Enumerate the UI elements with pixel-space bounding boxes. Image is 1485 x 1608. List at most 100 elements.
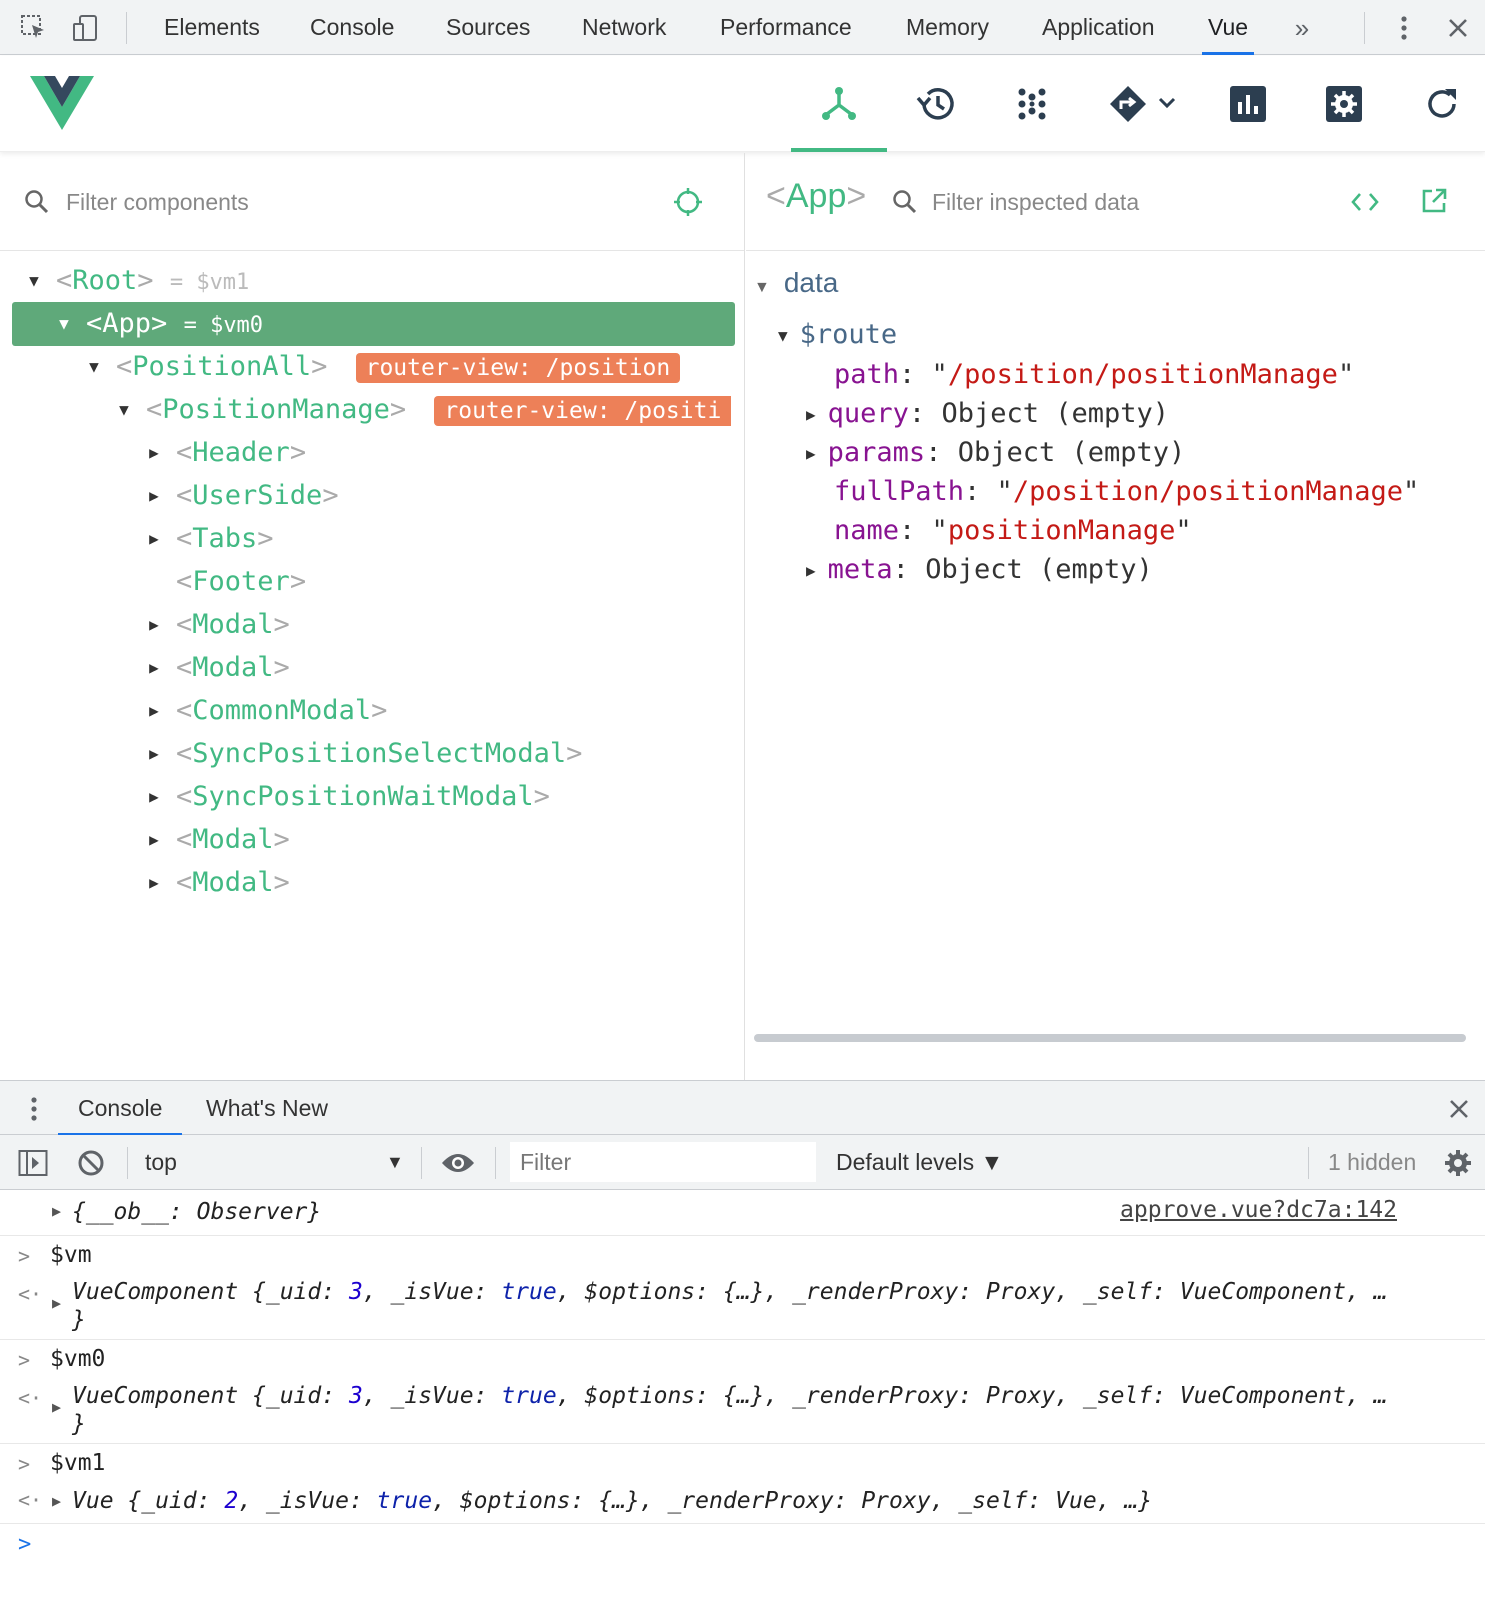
collapse-arrow-icon[interactable]: ▶: [144, 818, 164, 862]
collapse-arrow-icon[interactable]: ▶: [144, 646, 164, 690]
console-prompt-icon[interactable]: >: [18, 1532, 31, 1557]
collapse-arrow-icon[interactable]: ▶: [144, 474, 164, 518]
show-sidebar-icon[interactable]: [18, 1149, 48, 1177]
tree-node-modal[interactable]: ▶ <Modal>: [144, 646, 290, 690]
tree-node-footer[interactable]: <Footer>: [144, 560, 306, 604]
console-toolbar: top ▼ Default levels ▼ 1 hidden: [0, 1135, 1485, 1190]
command-text: $vm: [50, 1242, 92, 1268]
input-prompt-icon: >: [18, 1244, 31, 1268]
drawer-tab-whats-new[interactable]: What's New: [206, 1081, 328, 1136]
command-text: $vm1: [50, 1450, 106, 1476]
expand-object-icon[interactable]: ▶: [52, 1294, 61, 1312]
inspect-element-icon[interactable]: [16, 10, 52, 46]
prop-query[interactable]: ▶ query: Object (empty): [806, 394, 1169, 434]
tree-node-header[interactable]: ▶ <Header>: [144, 431, 306, 475]
result-object-close: }: [72, 1307, 86, 1333]
tab-performance[interactable]: Performance: [718, 0, 854, 55]
close-drawer-icon[interactable]: [1448, 1098, 1470, 1120]
tree-node-modal[interactable]: ▶ <Modal>: [144, 603, 290, 647]
log-source-link[interactable]: approve.vue?dc7a:142: [1120, 1197, 1397, 1223]
collapse-arrow-icon[interactable]: ▶: [144, 431, 164, 475]
history-icon[interactable]: [888, 56, 984, 152]
expand-arrow-icon[interactable]: ▼: [754, 279, 770, 296]
tab-console[interactable]: Console: [308, 0, 396, 55]
data-section-header[interactable]: ▼ data: [754, 263, 838, 303]
collapse-arrow-icon[interactable]: ▶: [144, 689, 164, 733]
prop-params[interactable]: ▶ params: Object (empty): [806, 433, 1185, 473]
collapse-arrow-icon[interactable]: ▶: [144, 732, 164, 776]
context-dropdown-icon[interactable]: ▼: [386, 1135, 404, 1190]
expand-object-icon[interactable]: ▶: [52, 1492, 61, 1510]
tab-application[interactable]: Application: [1040, 0, 1157, 55]
tab-sources[interactable]: Sources: [444, 0, 532, 55]
tab-elements[interactable]: Elements: [162, 0, 262, 55]
open-in-editor-icon[interactable]: [1420, 187, 1448, 215]
tree-node-modal[interactable]: ▶ <Modal>: [144, 818, 290, 862]
tab-vue[interactable]: Vue: [1201, 0, 1255, 55]
context-selector[interactable]: top: [145, 1135, 177, 1190]
route-key[interactable]: ▼ $route: [778, 315, 897, 355]
log-levels-dropdown[interactable]: Default levels ▼: [836, 1135, 1003, 1190]
expand-arrow-icon[interactable]: ▼: [778, 326, 788, 345]
kebab-menu-icon[interactable]: [1386, 10, 1422, 46]
filter-inspected-data-input[interactable]: [932, 183, 1352, 221]
prop-meta[interactable]: ▶ meta: Object (empty): [806, 550, 1153, 590]
collapse-arrow-icon[interactable]: ▶: [806, 444, 816, 463]
vue-logo-icon: [30, 76, 94, 135]
expand-object-icon[interactable]: ▶: [52, 1202, 61, 1220]
router-icon[interactable]: [1088, 56, 1198, 152]
result-arrow-icon: <·: [18, 1282, 43, 1306]
tree-node-positionmanage[interactable]: ▼ <PositionManage> router-view: /positi: [114, 388, 735, 432]
drawer-tab-console[interactable]: Console: [57, 1081, 183, 1136]
collapse-arrow-icon[interactable]: ▶: [144, 517, 164, 561]
tree-node-syncpositionwaitmodal[interactable]: ▶ <SyncPositionWaitModal>: [144, 775, 550, 819]
tab-memory[interactable]: Memory: [904, 0, 991, 55]
result-object[interactable]: VueComponent {_uid: 3, _isVue: true, $op…: [72, 1279, 1388, 1305]
refresh-icon[interactable]: [1394, 56, 1485, 152]
components-icon[interactable]: [791, 56, 887, 152]
log-object[interactable]: {__ob__: Observer}: [72, 1199, 321, 1225]
collapse-arrow-icon[interactable]: ▶: [806, 561, 816, 580]
tree-node-tabs[interactable]: ▶ <Tabs>: [144, 517, 273, 561]
filter-components-input[interactable]: [66, 183, 626, 221]
horizontal-scrollbar[interactable]: [754, 1034, 1466, 1042]
select-component-target-icon[interactable]: [672, 186, 704, 218]
result-object[interactable]: VueComponent {_uid: 3, _isVue: true, $op…: [72, 1383, 1388, 1409]
expand-arrow-icon[interactable]: ▼: [54, 302, 74, 346]
code-icon[interactable]: [1350, 189, 1380, 215]
collapse-arrow-icon[interactable]: ▶: [144, 603, 164, 647]
close-devtools-icon[interactable]: [1440, 10, 1476, 46]
collapse-arrow-icon[interactable]: ▶: [144, 861, 164, 905]
expand-arrow-icon[interactable]: ▼: [24, 259, 44, 303]
device-toolbar-icon[interactable]: [68, 10, 104, 46]
expand-object-icon[interactable]: ▶: [52, 1398, 61, 1416]
tree-node-commonmodal[interactable]: ▶ <CommonModal>: [144, 689, 387, 733]
collapse-arrow-icon[interactable]: ▶: [144, 775, 164, 819]
expand-arrow-icon[interactable]: ▼: [114, 388, 134, 432]
tab-network[interactable]: Network: [580, 0, 668, 55]
result-object[interactable]: Vue {_uid: 2, _isVue: true, $options: {……: [72, 1488, 1152, 1514]
tree-node-root[interactable]: ▼ <Root> = $vm1: [22, 259, 249, 303]
clear-console-icon[interactable]: [76, 1148, 106, 1178]
performance-icon[interactable]: [1200, 56, 1296, 152]
vuex-icon[interactable]: [984, 56, 1080, 152]
tree-node-app[interactable]: ▼ <App> = $vm0: [12, 302, 735, 346]
result-arrow-icon: <·: [18, 1386, 43, 1410]
eye-icon[interactable]: [440, 1150, 476, 1176]
expand-arrow-icon[interactable]: ▼: [84, 345, 104, 389]
components-pane: ▼ <Root> = $vm1 ▼ <App> = $vm0 ▼ <Positi…: [0, 153, 745, 1080]
console-input[interactable]: [50, 1524, 1450, 1564]
router-view-badge: router-view: /position: [355, 352, 681, 383]
tree-node-modal[interactable]: ▶ <Modal>: [144, 861, 290, 905]
settings-icon[interactable]: [1296, 56, 1392, 152]
chevron-double-right-icon[interactable]: »: [1284, 10, 1320, 46]
search-icon: [893, 190, 917, 214]
console-filter-input[interactable]: [510, 1142, 816, 1182]
console-settings-icon[interactable]: [1443, 1148, 1473, 1178]
collapse-arrow-icon[interactable]: ▶: [806, 405, 816, 424]
tree-node-userside[interactable]: ▶ <UserSide>: [144, 474, 338, 518]
tree-node-positionall[interactable]: ▼ <PositionAll> router-view: /position: [84, 345, 681, 389]
tree-node-syncpositionselectmodal[interactable]: ▶ <SyncPositionSelectModal>: [144, 732, 582, 776]
console-command-row: > $vm0 <· ▶ VueComponent {_uid: 3, _isVu…: [0, 1340, 1485, 1444]
drawer-menu-icon[interactable]: [30, 1095, 38, 1123]
